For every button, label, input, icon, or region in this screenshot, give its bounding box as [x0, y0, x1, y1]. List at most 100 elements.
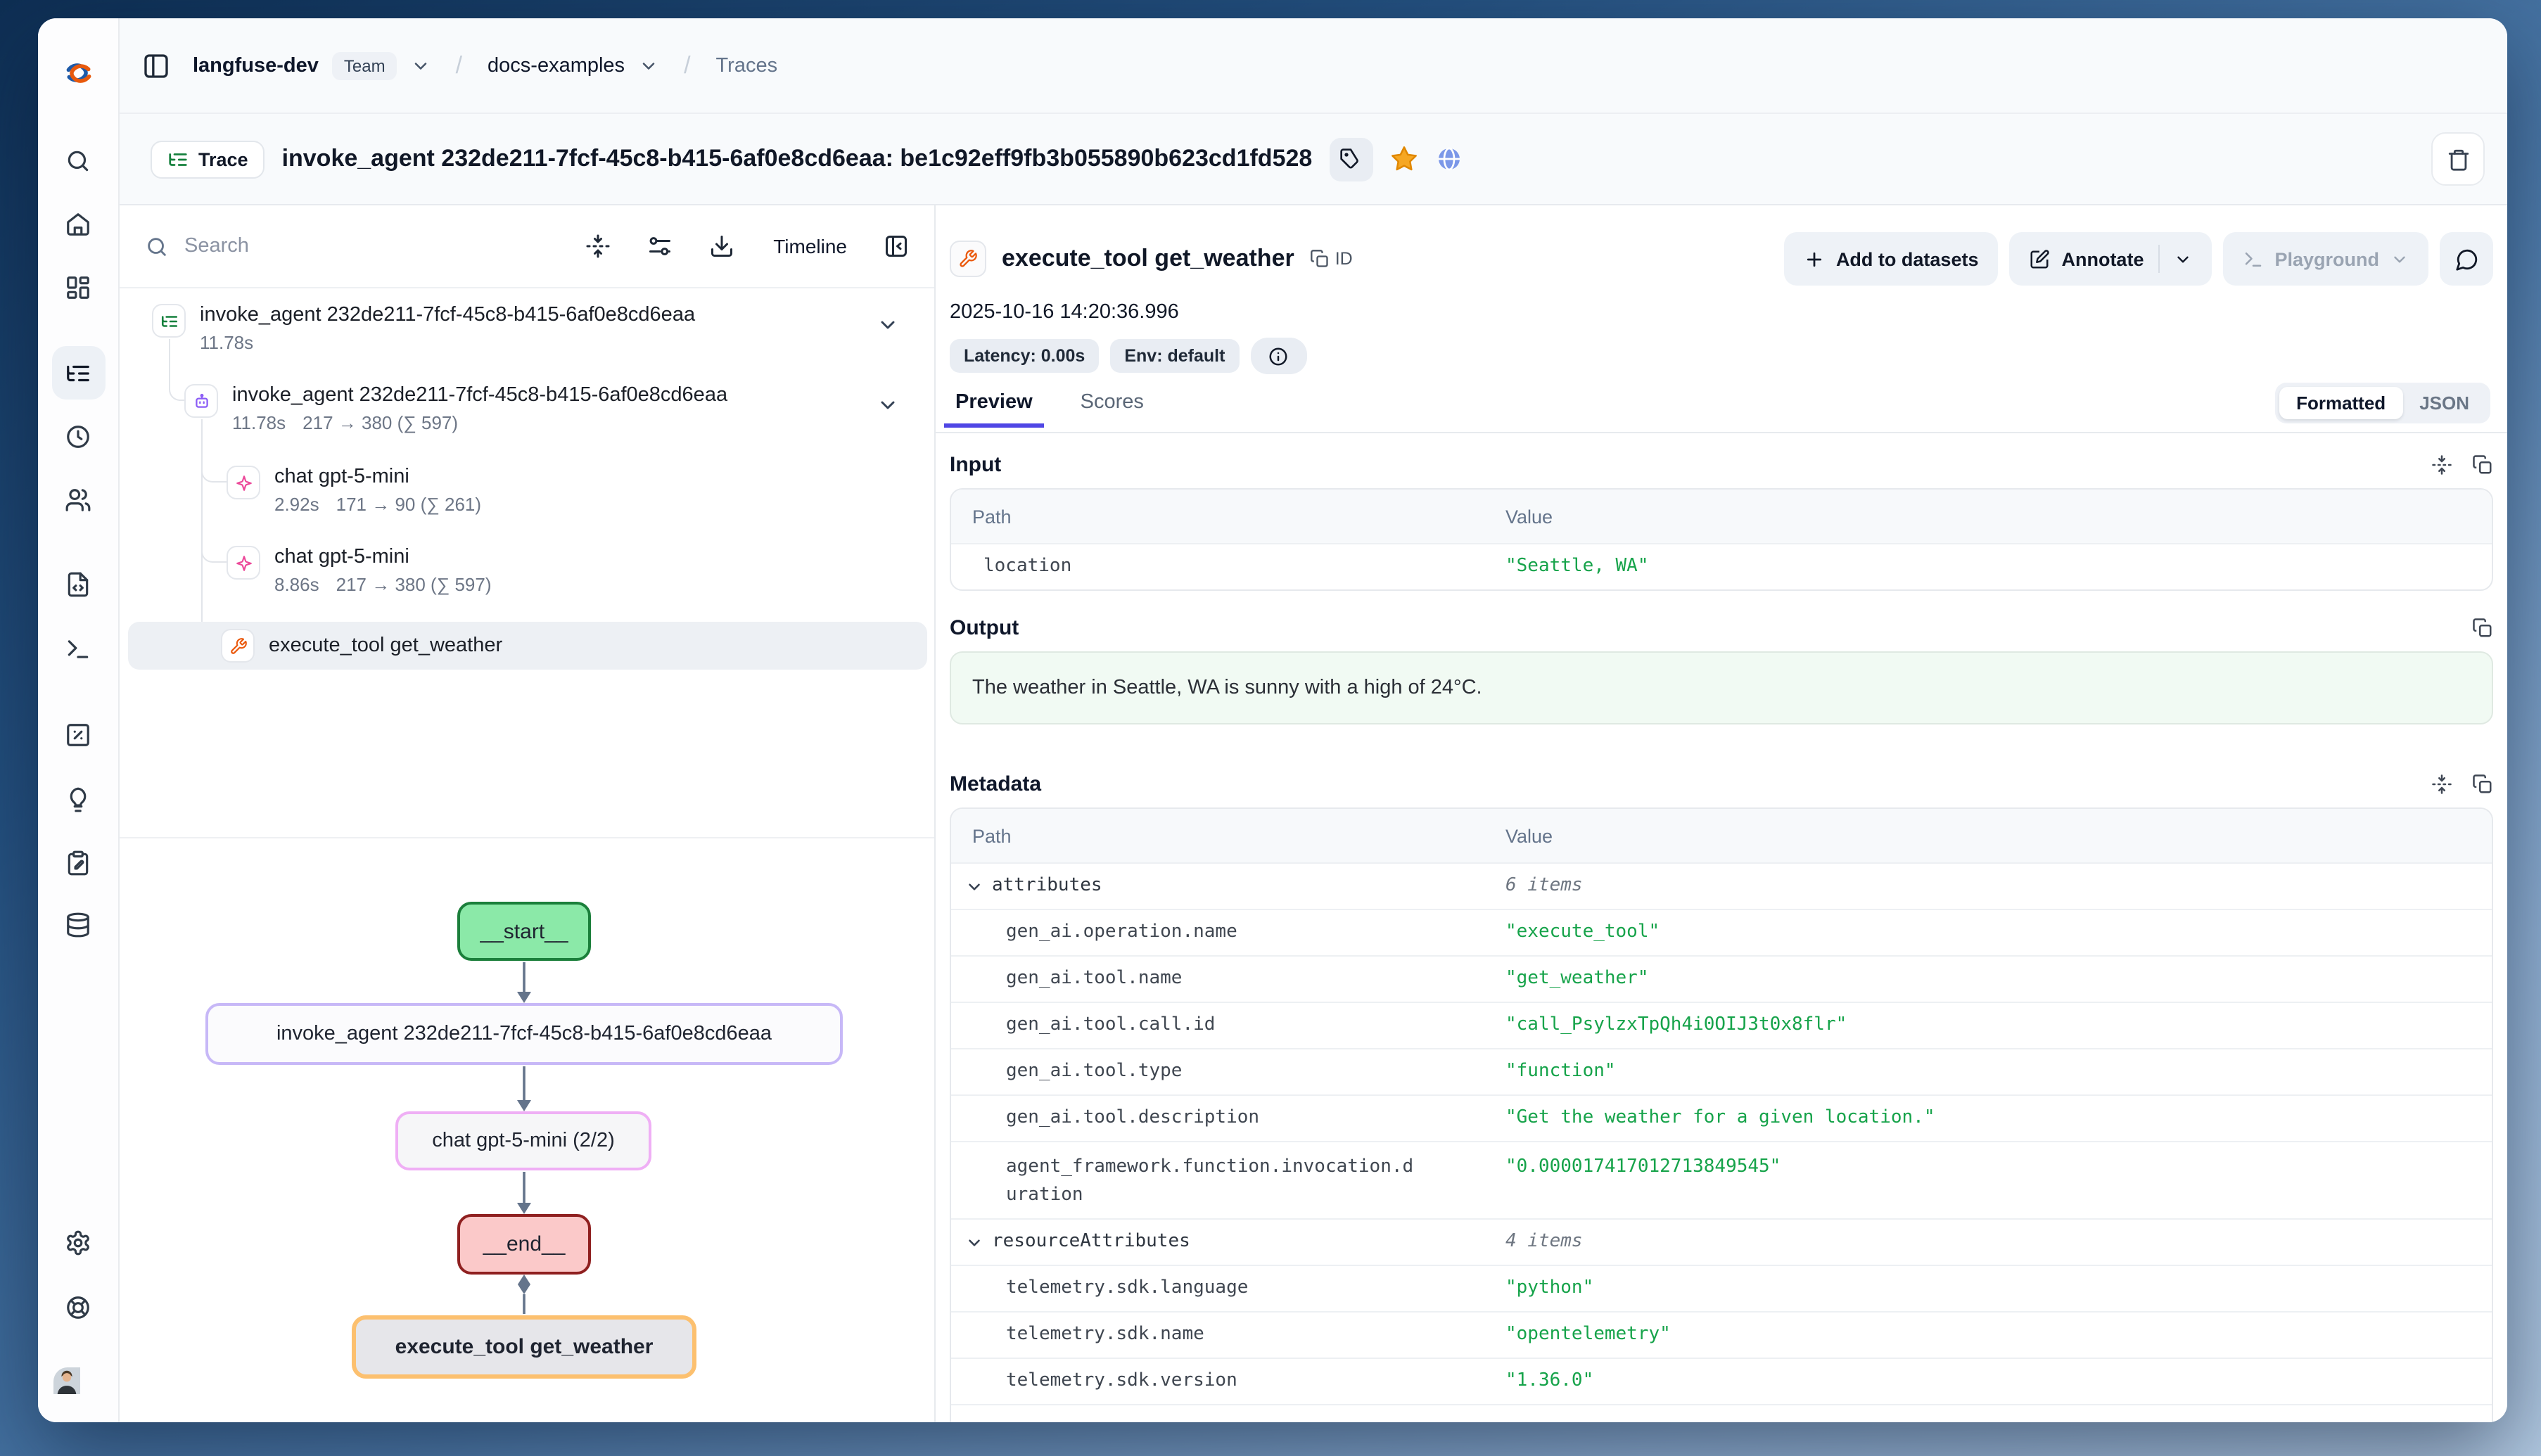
- tree-item-chat-2[interactable]: chat gpt-5-mini 8.86s217 → 380 (∑ 597): [227, 546, 492, 595]
- annotate-button[interactable]: Annotate: [2009, 232, 2211, 286]
- row-value: "python": [1505, 1275, 2492, 1303]
- row-value: "function": [1505, 1058, 2492, 1086]
- column-value: Value: [1505, 825, 2492, 846]
- table-row: gen_ai.tool.type "function": [951, 1048, 2492, 1094]
- tree-item-execute-tool[interactable]: execute_tool get_weather: [221, 629, 502, 663]
- row-items-count: 6 items: [1505, 872, 2492, 900]
- clock-icon[interactable]: [51, 409, 105, 463]
- graph-node-end[interactable]: __end__: [457, 1214, 591, 1275]
- tree-item-trace-root[interactable]: invoke_agent 232de211-7fcf-45c8-b415-6af…: [152, 304, 695, 353]
- env-badge: Env: default: [1110, 339, 1239, 373]
- clipboard-pen-icon[interactable]: [51, 836, 105, 889]
- fold-vertical-icon[interactable]: [585, 234, 610, 259]
- download-icon[interactable]: [708, 234, 734, 259]
- search-icon[interactable]: [51, 134, 105, 187]
- home-icon[interactable]: [51, 197, 105, 250]
- comments-button[interactable]: [2440, 232, 2493, 286]
- detail-scroll-area[interactable]: Input Path Value location ": [936, 453, 2507, 1422]
- table-row-group[interactable]: resourceAttributes 4 items: [951, 1218, 2492, 1265]
- database-icon[interactable]: [51, 898, 105, 951]
- copy-icon[interactable]: [2472, 618, 2493, 639]
- lightbulb-icon[interactable]: [51, 772, 105, 826]
- fold-vertical-icon[interactable]: [2431, 454, 2452, 475]
- graph-node-chat[interactable]: chat gpt-5-mini (2/2): [395, 1111, 651, 1170]
- tree-item-label: invoke_agent 232de211-7fcf-45c8-b415-6af…: [232, 384, 727, 407]
- row-value: "1.36.0": [1505, 1367, 2492, 1396]
- breadcrumb-project[interactable]: langfuse-dev: [193, 54, 319, 77]
- copy-id-button[interactable]: ID: [1310, 249, 1353, 269]
- sliders-icon[interactable]: [647, 234, 672, 259]
- tree-item-tokens: 171 → 90 (∑ 261): [336, 494, 481, 515]
- trace-title: invoke_agent 232de211-7fcf-45c8-b415-6af…: [282, 145, 1313, 173]
- table-row: gen_ai.tool.name "get_weather": [951, 955, 2492, 1002]
- breadcrumb-page[interactable]: Traces: [716, 54, 778, 77]
- row-path: gen_ai.tool.name: [951, 965, 1505, 993]
- fold-vertical-icon[interactable]: [2431, 774, 2452, 795]
- chevron-down-icon: [965, 1233, 983, 1251]
- chevron-down-icon[interactable]: [877, 314, 899, 336]
- sparkles-icon: [227, 546, 260, 580]
- graph-node-start[interactable]: __start__: [457, 902, 591, 961]
- copy-icon[interactable]: [2472, 774, 2493, 795]
- row-path: resourceAttributes: [992, 1228, 1190, 1256]
- tab-preview[interactable]: Preview: [950, 388, 1038, 414]
- delete-trace-button[interactable]: [2431, 132, 2485, 186]
- breadcrumb-section[interactable]: docs-examples: [488, 54, 625, 77]
- square-percent-icon[interactable]: [51, 708, 105, 761]
- project-type-badge: Team: [333, 51, 397, 79]
- graph-node-invoke-agent[interactable]: invoke_agent 232de211-7fcf-45c8-b415-6af…: [205, 1003, 843, 1065]
- gear-icon[interactable]: [51, 1215, 105, 1269]
- search-input[interactable]: [184, 235, 395, 257]
- timeline-toggle[interactable]: Timeline: [773, 235, 847, 257]
- tree-item-chat-1[interactable]: chat gpt-5-mini 2.92s 171 → 90 (∑ 261): [227, 466, 481, 515]
- list-tree-icon[interactable]: [51, 346, 105, 400]
- tree-item-duration: 2.92s: [274, 494, 319, 515]
- tab-scores[interactable]: Scores: [1075, 388, 1150, 414]
- copy-icon[interactable]: [2472, 454, 2493, 475]
- format-formatted[interactable]: Formatted: [2279, 387, 2402, 419]
- graph-node-label: __end__: [483, 1232, 566, 1256]
- row-items-count: 4 items: [1505, 1228, 2492, 1256]
- users-icon[interactable]: [51, 473, 105, 526]
- tree-item-agent-span[interactable]: invoke_agent 232de211-7fcf-45c8-b415-6af…: [184, 384, 727, 433]
- add-to-datasets-button[interactable]: Add to datasets: [1784, 232, 1999, 286]
- graph-node-execute-tool[interactable]: execute_tool get_weather: [352, 1315, 696, 1379]
- chevron-down-icon[interactable]: [877, 394, 899, 416]
- trace-title-bar: Trace invoke_agent 232de211-7fcf-45c8-b4…: [120, 114, 2507, 205]
- panel-left-icon[interactable]: [142, 51, 170, 79]
- square-pen-icon: [2029, 248, 2050, 269]
- tree-search[interactable]: [145, 234, 548, 258]
- lifebuoy-icon[interactable]: [51, 1280, 105, 1334]
- star-icon[interactable]: [1389, 145, 1418, 173]
- format-toggle: Formatted JSON: [2275, 383, 2490, 423]
- row-value: "Seattle, WA": [1505, 553, 2492, 581]
- tree-item-label: chat gpt-5-mini: [274, 466, 481, 488]
- tree-item-tokens: 217 → 380 (∑ 597): [302, 412, 458, 433]
- detail-actions: Add to datasets Annotate Playground: [1784, 232, 2493, 286]
- graph-node-label: __start__: [480, 919, 568, 943]
- breadcrumb-separator: [684, 51, 690, 79]
- playground-button[interactable]: Playground: [2222, 232, 2428, 286]
- row-path: agent_framework.function.invocation.dura…: [951, 1154, 1505, 1210]
- table-header: Path Value: [951, 809, 2492, 862]
- table-row-group[interactable]: attributes 6 items: [951, 862, 2492, 909]
- output-value: The weather in Seattle, WA is sunny with…: [950, 651, 2493, 724]
- tag-icon[interactable]: [1329, 137, 1373, 181]
- chevron-down-icon[interactable]: [411, 56, 431, 75]
- dashboard-icon[interactable]: [51, 260, 105, 314]
- output-section-label: Output: [950, 616, 1019, 640]
- avatar[interactable]: [51, 1366, 105, 1419]
- globe-icon[interactable]: [1434, 145, 1463, 173]
- chevron-down-icon[interactable]: [639, 56, 658, 75]
- table-row: location "Seattle, WA": [951, 543, 2492, 589]
- breadcrumb: langfuse-dev Team docs-examples Traces: [120, 18, 2507, 114]
- info-icon[interactable]: [1250, 338, 1306, 374]
- file-code-icon[interactable]: [51, 557, 105, 611]
- terminal-icon[interactable]: [51, 622, 105, 675]
- table-row: gen_ai.tool.call.id "call_PsylzxTpQh4i0O…: [951, 1002, 2492, 1048]
- panel-collapse-icon[interactable]: [884, 234, 909, 259]
- graph-node-label: invoke_agent 232de211-7fcf-45c8-b415-6af…: [276, 1023, 772, 1045]
- format-json[interactable]: JSON: [2402, 387, 2486, 419]
- wrench-icon: [950, 241, 986, 277]
- app-window: langfuse-dev Team docs-examples Traces T…: [38, 18, 2507, 1422]
